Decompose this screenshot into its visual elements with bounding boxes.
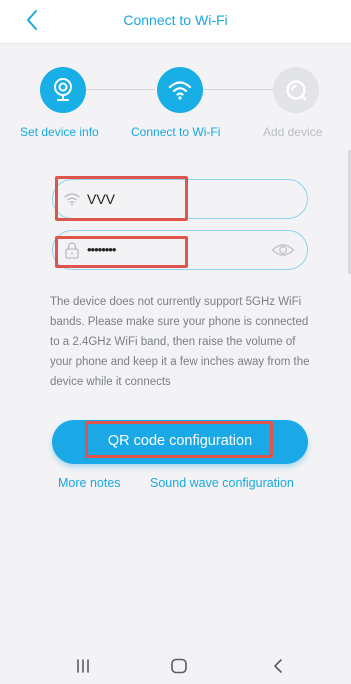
camera-icon	[54, 78, 72, 101]
step-label: Add device	[263, 125, 323, 139]
step-set-device-info	[40, 67, 86, 113]
page-title: Connect to Wi-Fi	[123, 12, 228, 28]
back-icon[interactable]	[268, 658, 288, 674]
step-add-device	[273, 67, 319, 113]
step-label: Set device info	[20, 125, 99, 139]
qr-button-label: QR code configuration	[107, 433, 253, 449]
password-value: ••••••••	[87, 242, 116, 257]
sound-wave-configuration-link[interactable]: Sound wave configuration	[150, 476, 294, 490]
progress-stepper: Set device info Connect to Wi-Fi Add dev…	[0, 62, 351, 146]
lock-icon	[65, 242, 79, 259]
search-icon	[286, 80, 307, 101]
step-connector	[85, 89, 155, 90]
eye-icon[interactable]	[271, 241, 295, 259]
band-notice: The device does not currently support 5G…	[50, 296, 310, 388]
step-label: Connect to Wi-Fi	[131, 125, 221, 139]
app-header: Connect to Wi-Fi	[0, 0, 351, 44]
step-connector	[203, 89, 273, 90]
step-connect-wifi	[157, 67, 203, 113]
wifi-name-value: VVV	[87, 191, 116, 207]
more-notes-link[interactable]: More notes	[58, 476, 121, 490]
recent-apps-icon[interactable]	[73, 658, 93, 674]
wifi-icon	[64, 193, 80, 206]
system-navbar	[0, 648, 351, 684]
wifi-icon	[168, 81, 192, 100]
qr-code-configuration-button[interactable]: QR code configuration	[52, 420, 308, 464]
home-icon[interactable]	[169, 658, 189, 674]
password-field[interactable]: ••••••••	[52, 230, 308, 270]
wifi-name-field[interactable]: VVV	[52, 179, 308, 219]
